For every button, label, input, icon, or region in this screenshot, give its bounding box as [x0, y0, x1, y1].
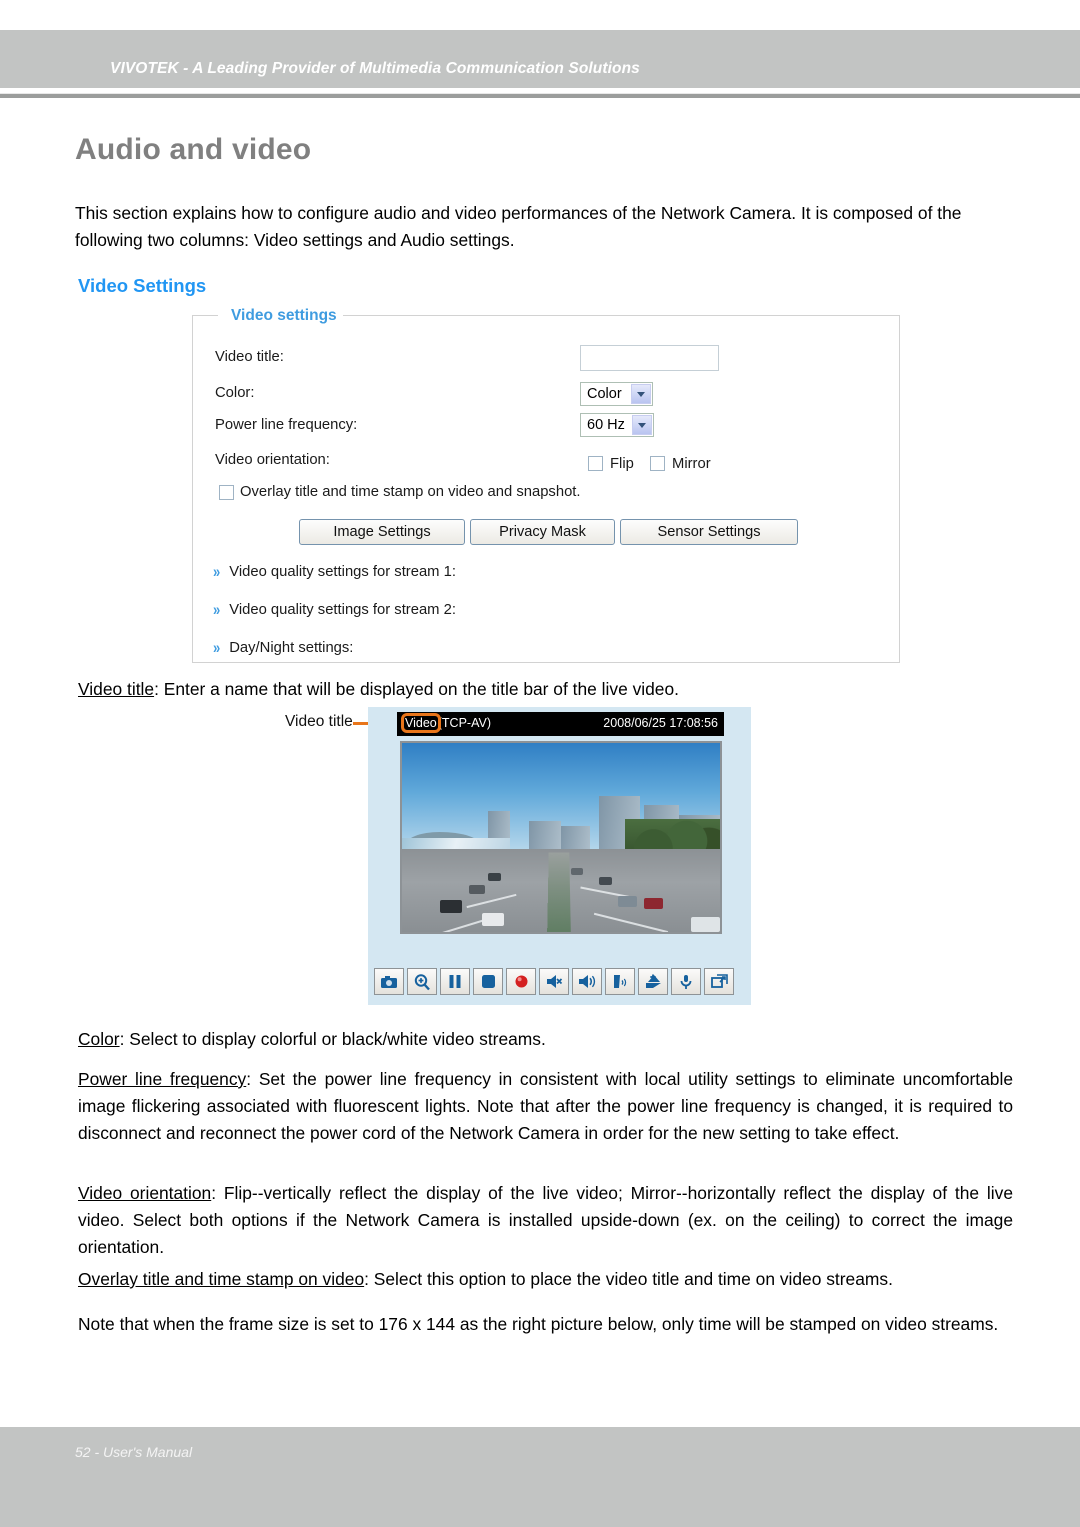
footer-page-label: 52 - User's Manual: [75, 1444, 193, 1460]
overlay-term: Overlay title and time stamp on video: [78, 1269, 365, 1289]
overlay-title-timestamp-checkbox[interactable]: [219, 485, 234, 500]
section-heading-video-settings: Video Settings: [78, 275, 207, 296]
power-term: Power line frequency: [78, 1069, 247, 1089]
video-car: [643, 898, 663, 910]
power-line-frequency-value: 60 Hz: [587, 417, 625, 433]
video-car: [570, 867, 584, 876]
video-car: [599, 877, 612, 885]
volume-down-icon[interactable]: [539, 968, 569, 995]
page-title: Audio and video: [75, 133, 312, 166]
fullscreen-icon[interactable]: [704, 968, 734, 995]
color-dropdown-value: Color: [587, 386, 622, 402]
player-title-bar: Video(TCP-AV) 2008/06/25 17:08:56: [397, 712, 724, 736]
digital-zoom-icon[interactable]: [407, 968, 437, 995]
player-title-highlight: Video: [401, 713, 441, 733]
label-power-line-frequency: Power line frequency:: [215, 417, 358, 433]
color-dropdown[interactable]: Color: [580, 382, 653, 406]
overlay-title-timestamp-label: Overlay title and time stamp on video an…: [240, 484, 581, 500]
pause-icon[interactable]: [440, 968, 470, 995]
volume-up-icon[interactable]: [638, 968, 668, 995]
player-title-text: Video(TCP-AV): [401, 713, 491, 733]
video-title-description: Video title: Enter a name that will be d…: [78, 676, 1013, 703]
privacy-mask-button[interactable]: Privacy Mask: [470, 519, 615, 545]
color-description-text: : Select to display colorful or black/wh…: [119, 1029, 546, 1049]
overlay-description-text: : Select this option to place the video …: [364, 1269, 893, 1289]
talk-icon[interactable]: [605, 968, 635, 995]
stop-icon[interactable]: [473, 968, 503, 995]
overlay-description: Overlay title and time stamp on video: S…: [78, 1266, 1013, 1293]
header-banner-text: VIVOTEK - A Leading Provider of Multimed…: [110, 60, 640, 77]
video-car: [440, 899, 463, 914]
chevron-right-icon: »: [213, 562, 221, 581]
header-band: [0, 30, 1080, 88]
chevron-right-icon: »: [213, 638, 221, 657]
expand-row-daynight-label: Day/Night settings:: [229, 640, 354, 656]
color-description: Color: Select to display colorful or bla…: [78, 1026, 1013, 1053]
power-line-frequency-dropdown[interactable]: 60 Hz: [580, 413, 654, 437]
expand-row-daynight[interactable]: » Day/Night settings:: [213, 638, 354, 657]
flip-checkbox[interactable]: [588, 456, 603, 471]
chevron-right-icon: »: [213, 600, 221, 619]
footer-band: [0, 1427, 1080, 1527]
panel-border-left-segment: [192, 315, 218, 316]
panel-border-right-segment: [342, 315, 900, 316]
snapshot-icon[interactable]: [374, 968, 404, 995]
video-building: [529, 820, 561, 853]
video-orientation-description: Video orientation: Flip--vertically refl…: [78, 1180, 1013, 1261]
sensor-settings-button[interactable]: Sensor Settings: [620, 519, 798, 545]
video-car: [481, 913, 504, 927]
expand-row-stream1-label: Video quality settings for stream 1:: [229, 564, 456, 580]
mirror-checkbox[interactable]: [650, 456, 665, 471]
video-title-input[interactable]: [580, 345, 719, 371]
video-car: [468, 884, 485, 895]
video-median-barrier: [547, 852, 572, 932]
microphone-icon[interactable]: [671, 968, 701, 995]
speaker-icon[interactable]: [572, 968, 602, 995]
orientation-description-text: : Flip--vertically reflect the display o…: [78, 1183, 1013, 1257]
expand-row-stream1[interactable]: » Video quality settings for stream 1:: [213, 562, 456, 581]
label-color: Color:: [215, 385, 255, 401]
flip-label: Flip: [610, 456, 634, 472]
frame-size-note: Note that when the frame size is set to …: [78, 1314, 999, 1334]
chevron-down-icon: [632, 415, 652, 435]
image-settings-button[interactable]: Image Settings: [299, 519, 465, 545]
intro-paragraph: This section explains how to configure a…: [75, 203, 962, 250]
panel-legend: Video settings: [225, 307, 343, 325]
video-title-term: Video title: [78, 679, 155, 699]
annotation-video-title-label: Video title: [285, 713, 353, 730]
label-video-orientation: Video orientation:: [215, 452, 330, 468]
power-line-frequency-description: Power line frequency: Set the power line…: [78, 1066, 1013, 1147]
record-icon[interactable]: [506, 968, 536, 995]
chevron-down-icon: [631, 384, 651, 404]
player-timestamp: 2008/06/25 17:08:56: [603, 716, 718, 730]
video-car: [691, 916, 720, 932]
expand-row-stream2[interactable]: » Video quality settings for stream 2:: [213, 600, 456, 619]
player-title-suffix: (TCP-AV): [437, 716, 491, 730]
orientation-term: Video orientation: [78, 1183, 212, 1203]
mirror-label: Mirror: [672, 456, 711, 472]
color-term: Color: [78, 1029, 120, 1049]
video-preview-image: [400, 741, 722, 934]
expand-row-stream2-label: Video quality settings for stream 2:: [229, 602, 456, 618]
label-video-title: Video title:: [215, 349, 284, 365]
header-divider: [0, 93, 1080, 98]
video-car: [487, 873, 501, 881]
player-control-bar: [374, 968, 734, 995]
video-title-description-rest: : Enter a name that will be displayed on…: [154, 679, 679, 699]
video-car: [618, 896, 638, 908]
